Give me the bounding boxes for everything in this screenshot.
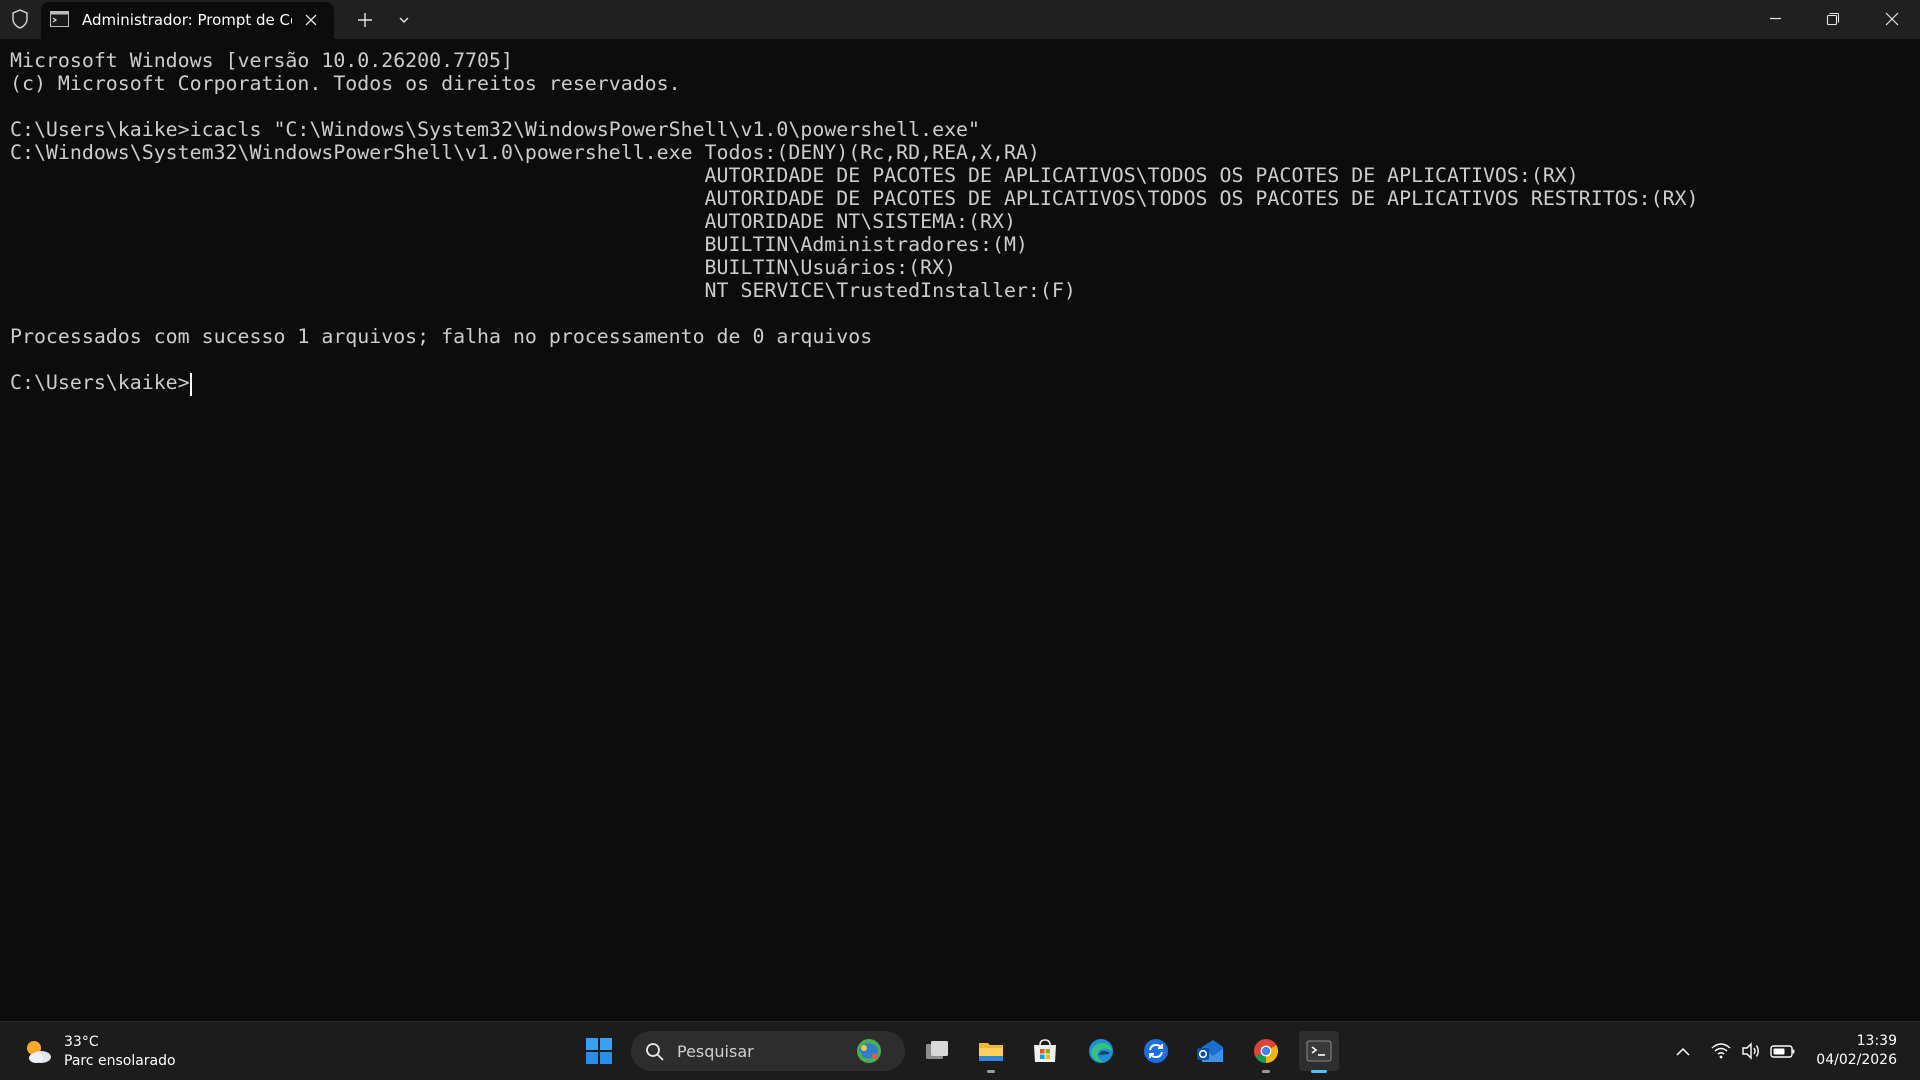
terminal-icon [50,11,69,27]
start-button[interactable] [579,1031,619,1071]
minimize-button[interactable] [1750,0,1801,39]
sync-app-icon [1144,1039,1168,1063]
terminal-prompt: C:\Users\kaike> [10,371,190,394]
task-view-icon [926,1041,948,1059]
search-label: Pesquisar [677,1042,754,1061]
clock-date: 04/02/2026 [1816,1052,1897,1068]
close-icon [1885,12,1899,26]
terminal-line: AUTORIDADE DE PACOTES DE APLICATIVOS\TOD… [10,187,1699,210]
terminal-line: C:\Users\kaike>icacls "C:\Windows\System… [10,118,980,141]
weather-description: Parc ensolarado [64,1053,176,1069]
terminal-line: BUILTIN\Usuários:(RX) [10,256,957,279]
volume-icon[interactable] [1740,1040,1762,1062]
file-explorer-button[interactable] [971,1031,1011,1073]
chevron-down-icon [399,17,409,23]
terminal-output[interactable]: Microsoft Windows [versão 10.0.26200.770… [0,39,1920,1021]
title-bar: Administrador: Prompt de Co [0,0,1920,39]
terminal-line: (c) Microsoft Corporation. Todos os dire… [10,72,681,95]
chevron-up-icon [1676,1047,1690,1056]
terminal-lines: Microsoft Windows [versão 10.0.26200.770… [10,49,1699,394]
show-hidden-icons-button[interactable] [1671,1040,1695,1064]
text-cursor [190,373,192,396]
chrome-icon [1254,1039,1279,1063]
tab-command-prompt[interactable]: Administrador: Prompt de Co [41,2,334,39]
minimize-icon [1770,17,1781,20]
file-explorer-icon [979,1043,1003,1061]
shield-icon [9,8,31,30]
search-icon [645,1042,665,1062]
terminal-icon [1306,1040,1332,1062]
restore-button[interactable] [1807,0,1858,39]
edge-icon [1089,1039,1113,1063]
edge-button[interactable] [1081,1031,1121,1071]
chrome-button[interactable] [1246,1031,1286,1073]
weather-temperature: 33°C [64,1034,99,1050]
weather-widget[interactable]: 33°C Parc ensolarado [20,1032,180,1072]
taskbar-search[interactable]: Pesquisar [631,1031,905,1071]
terminal-line: Microsoft Windows [versão 10.0.26200.770… [10,49,513,72]
terminal-line: Processados com sucesso 1 arquivos; falh… [10,325,873,348]
windows-start-icon [586,1038,612,1064]
plus-icon [358,13,372,27]
tab-dropdown-button[interactable] [392,8,416,32]
terminal-line: NT SERVICE\TrustedInstaller:(F) [10,279,1076,302]
terminal-line: C:\Windows\System32\WindowsPowerShell\v1… [10,141,1040,164]
terminal-button[interactable] [1299,1031,1339,1073]
partly-sunny-icon [22,1036,54,1068]
active-indicator [1311,1070,1327,1073]
search-highlight-icon [851,1035,887,1067]
microsoft-store-button[interactable] [1025,1031,1065,1071]
microsoft-store-icon [1034,1039,1056,1062]
task-view-button[interactable] [917,1031,957,1071]
clock[interactable]: 13:39 04/02/2026 [1808,1031,1912,1073]
restore-icon [1826,12,1840,26]
outlook-icon [1197,1040,1223,1062]
close-icon[interactable] [303,12,319,28]
battery-icon[interactable] [1770,1040,1796,1062]
sync-app-button[interactable] [1136,1031,1176,1071]
running-indicator [987,1070,995,1073]
wifi-icon[interactable] [1710,1040,1732,1062]
tab-title: Administrador: Prompt de Co [82,11,292,29]
new-tab-button[interactable] [353,8,377,32]
clock-time: 13:39 [1856,1033,1897,1049]
terminal-line: AUTORIDADE NT\SISTEMA:(RX) [10,210,1016,233]
taskbar: 33°C Parc ensolarado Pesquisar 13:39 04/… [0,1021,1920,1080]
terminal-line: BUILTIN\Administradores:(M) [10,233,1028,256]
running-indicator [1262,1070,1270,1073]
outlook-button[interactable] [1190,1031,1230,1071]
terminal-line: AUTORIDADE DE PACOTES DE APLICATIVOS\TOD… [10,164,1579,187]
close-window-button[interactable] [1864,0,1920,39]
